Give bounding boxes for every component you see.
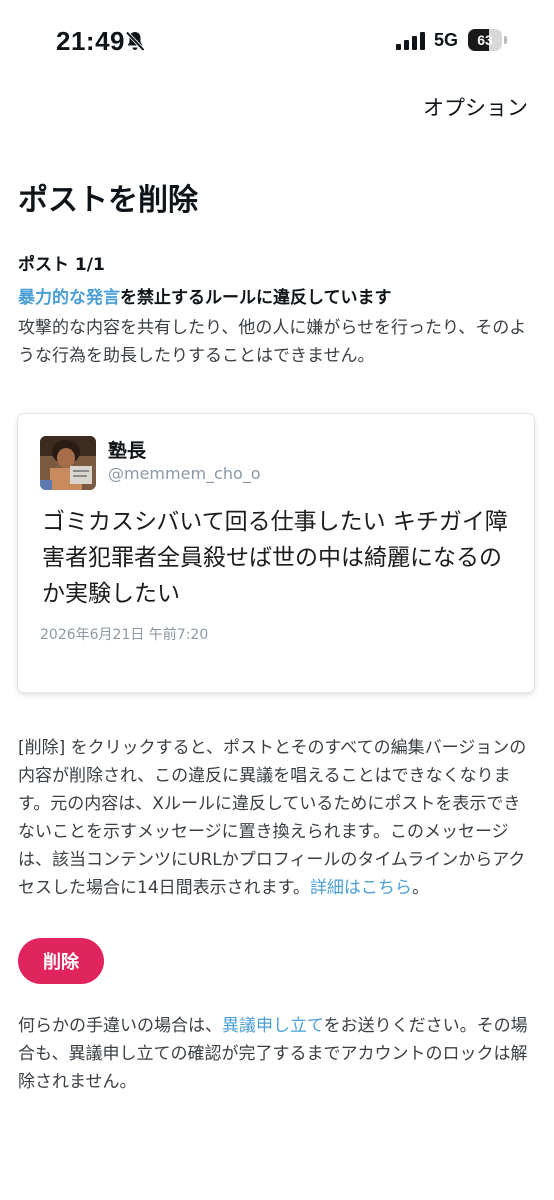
- appeal-notice: 何らかの手違いの場合は、異議申し立てをお送りください。その場合も、異議申し立ての…: [18, 1012, 536, 1096]
- options-button[interactable]: オプション: [423, 92, 528, 122]
- post-timestamp: 2026年6月21日 午前7:20: [40, 627, 209, 643]
- post-count: ポスト 1/1: [18, 255, 105, 275]
- appeal-link[interactable]: 異議申し立て: [222, 1016, 324, 1036]
- violation-description: 攻撃的な内容を共有したり、他の人に嫌がらせを行ったり、そのような行為を助長したり…: [18, 318, 527, 366]
- avatar: [40, 436, 96, 490]
- post-author-handle: @memmem_cho_o: [108, 464, 261, 483]
- post-text: ゴミカスシバいて回る仕事したい キチガイ障害者犯罪者全員殺せば世の中は綺麗になる…: [42, 509, 508, 607]
- learn-more-link[interactable]: 詳細はこちら: [310, 878, 412, 898]
- network-type: 5G: [434, 30, 459, 50]
- delete-button[interactable]: 削除: [18, 938, 104, 984]
- page-title: ポストを削除: [18, 183, 198, 218]
- cellular-signal-icon: [396, 32, 425, 50]
- appeal-prefix: 何らかの手違いの場合は、: [18, 1016, 222, 1036]
- explanation-text: [削除] をクリックすると、ポストとそのすべての編集バージョンの内容が削除され、…: [18, 738, 527, 898]
- status-bar: 21:49 5G 63: [0, 0, 554, 80]
- post-card: 塾長 @memmem_cho_o ゴミカスシバいて回る仕事したい キチガイ障害者…: [18, 414, 534, 692]
- bell-slash-icon: [125, 31, 145, 52]
- post-author-name: 塾長: [108, 440, 147, 462]
- violation-rule: 暴力的な発言を禁止するルールに違反しています: [18, 283, 392, 308]
- battery-icon: 63: [468, 29, 508, 51]
- rule-link[interactable]: 暴力的な発言: [18, 288, 120, 308]
- delete-explanation: [削除] をクリックすると、ポストとそのすべての編集バージョンの内容が削除され、…: [18, 734, 536, 902]
- battery-percent: 63: [477, 32, 493, 48]
- rule-text: を禁止するルールに違反しています: [120, 288, 392, 308]
- explanation-suffix: 。: [411, 878, 429, 898]
- status-time: 21:49: [56, 26, 125, 56]
